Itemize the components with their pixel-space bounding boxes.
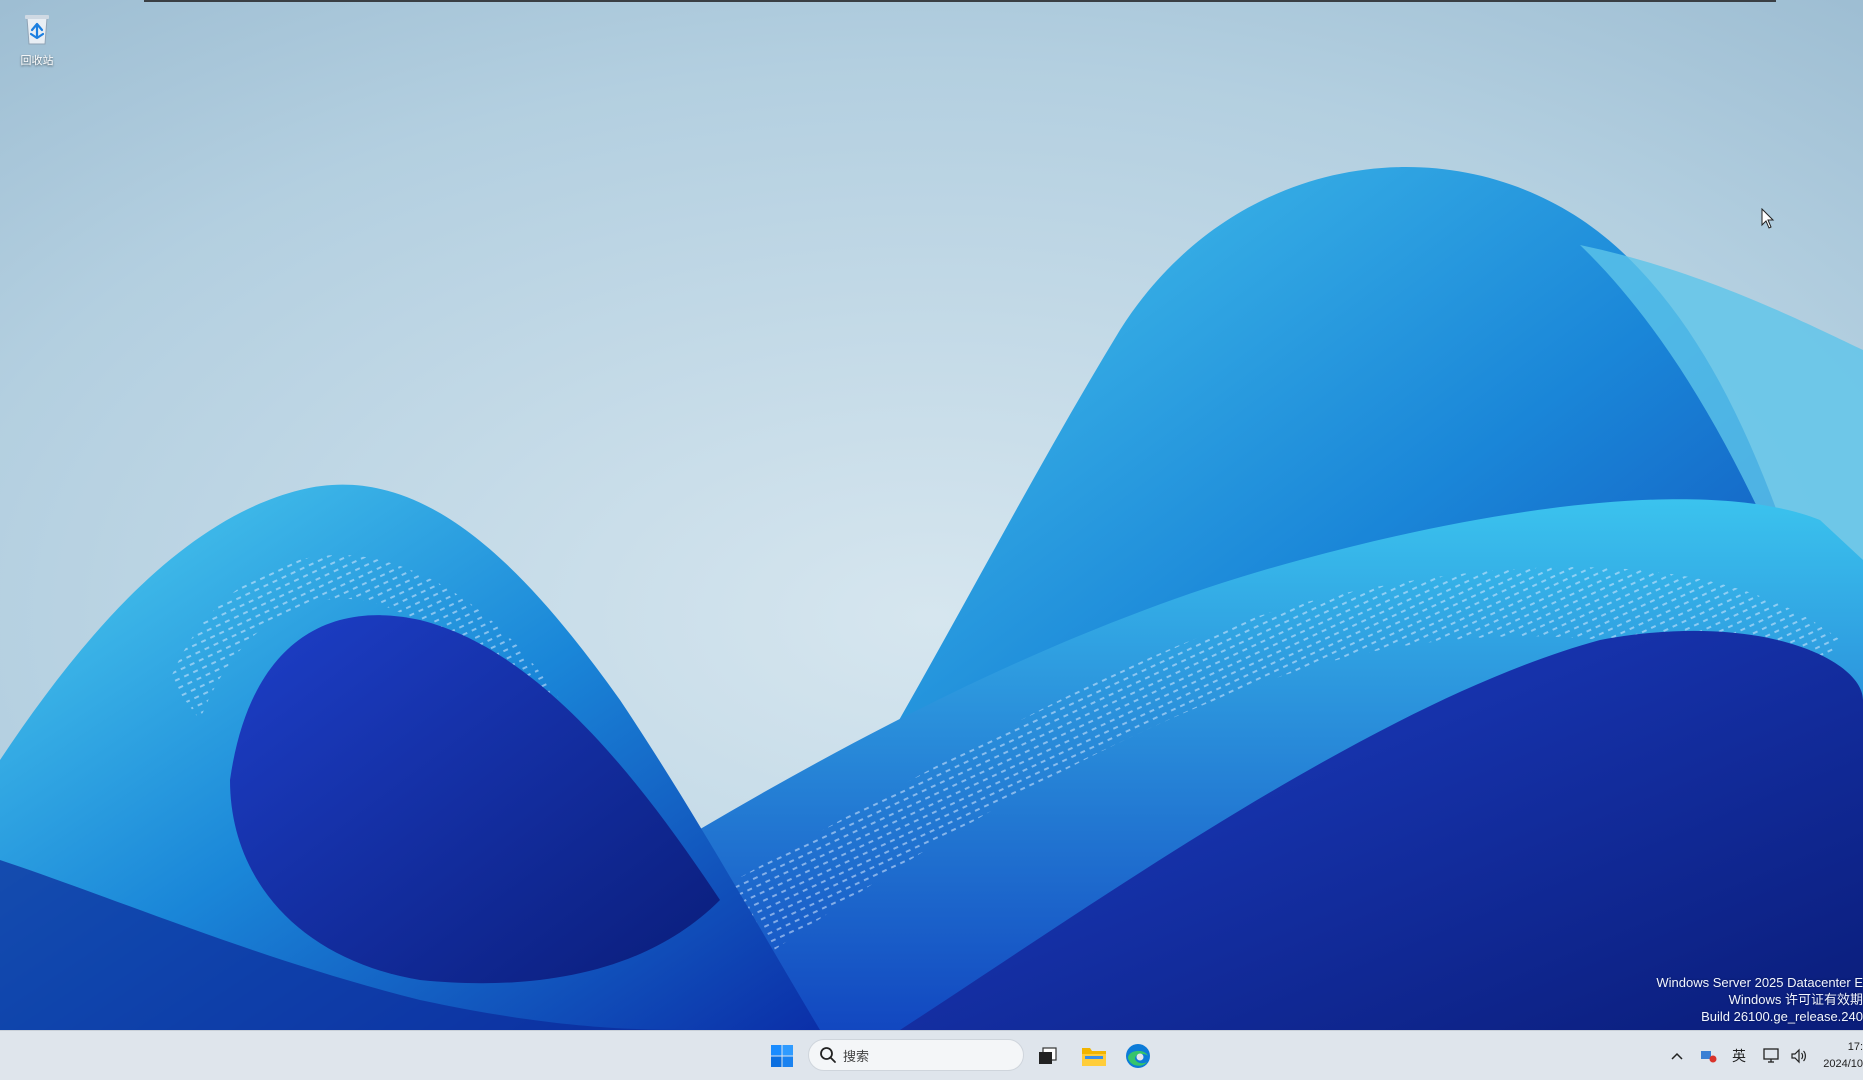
search-icon — [820, 1047, 836, 1063]
ime-label: 英 — [1732, 1048, 1746, 1065]
watermark-build: Build 26100.ge_release.240 — [1701, 1009, 1863, 1024]
edge-button[interactable] — [1118, 1031, 1158, 1080]
taskbar-search-box[interactable]: 搜索 — [808, 1039, 1024, 1071]
windows-start-icon — [771, 1044, 793, 1067]
mouse-cursor-icon — [1761, 208, 1775, 229]
tray-overflow-button[interactable] — [1666, 1031, 1688, 1080]
task-view-button[interactable] — [1030, 1031, 1066, 1080]
clock-date: 2024/10 — [1823, 1058, 1863, 1070]
window-edge-line — [144, 0, 1776, 2]
speaker-icon — [1791, 1048, 1806, 1063]
start-button[interactable] — [760, 1031, 804, 1080]
display-icon — [1763, 1047, 1779, 1063]
os-watermark: Windows Server 2025 Datacenter E Windows… — [1656, 974, 1863, 1025]
desktop-icon-label: 回收站 — [20, 55, 54, 67]
watermark-edition: Windows Server 2025 Datacenter E — [1656, 975, 1863, 990]
taskbar: 搜索 英 17: 2024/10 — [0, 1030, 1863, 1080]
desktop-icon-recycle-bin[interactable]: 回收站 — [8, 10, 66, 78]
chevron-up-icon — [1671, 1052, 1683, 1060]
tray-display[interactable] — [1760, 1031, 1784, 1080]
search-placeholder: 搜索 — [843, 1049, 870, 1065]
recycle-bin-icon — [25, 15, 49, 45]
ime-indicator[interactable]: 英 — [1727, 1031, 1751, 1080]
taskbar-clock[interactable]: 17: 2024/10 — [1820, 1039, 1863, 1073]
folder-icon — [1082, 1047, 1106, 1066]
tray-network-status[interactable] — [1697, 1031, 1721, 1080]
tray-volume[interactable] — [1787, 1031, 1811, 1080]
edge-browser-icon — [1126, 1043, 1150, 1068]
wallpaper — [0, 0, 1863, 1030]
network-status-icon — [1701, 1050, 1717, 1062]
watermark-license: Windows 许可证有效期 — [1728, 992, 1863, 1007]
task-view-icon — [1039, 1046, 1057, 1064]
clock-time: 17: — [1847, 1041, 1863, 1053]
file-explorer-button[interactable] — [1074, 1031, 1114, 1080]
desktop: 回收站 Windows Server 2025 Datacenter E Win… — [0, 0, 1863, 1030]
